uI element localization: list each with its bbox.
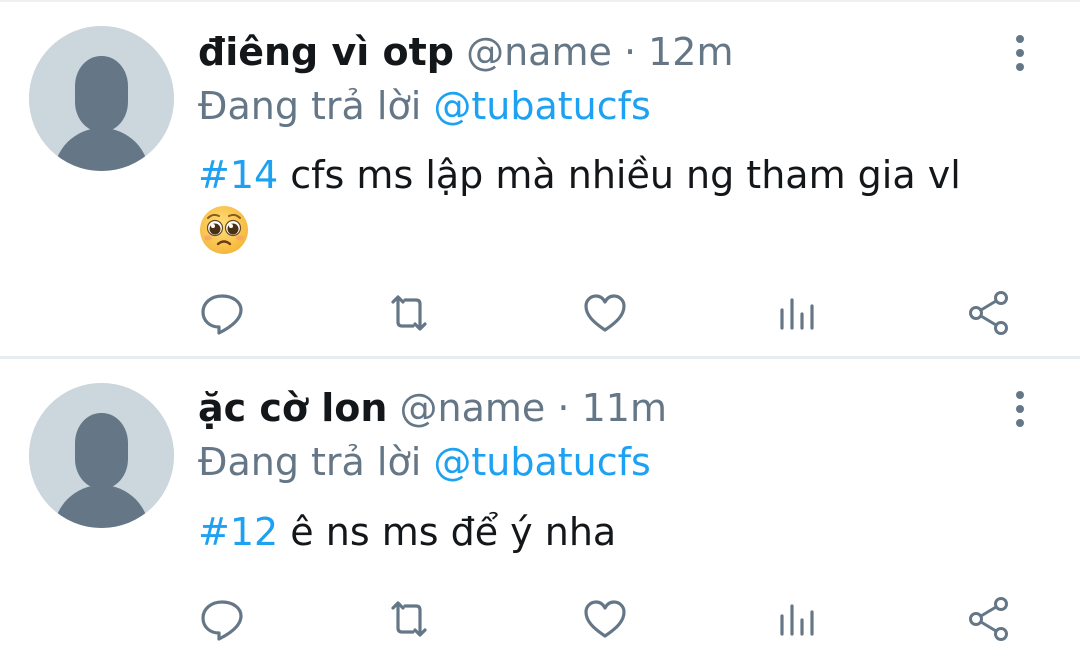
default-avatar-icon xyxy=(29,383,174,528)
tweet-body: ê ns ms để ý nha xyxy=(278,510,617,554)
stats-icon[interactable] xyxy=(772,594,822,644)
user-handle[interactable]: @name xyxy=(466,30,612,74)
tweet-actions xyxy=(0,288,1080,338)
timestamp[interactable]: 12m xyxy=(648,30,733,74)
tweet-divider xyxy=(0,356,1080,359)
replying-to-label: Đang trả lời xyxy=(198,440,422,484)
tweet-text: #14 cfs ms lập mà nhiều ng tham gia vl xyxy=(198,148,1028,258)
more-icon[interactable] xyxy=(1002,33,1038,73)
pleading-face-icon xyxy=(198,204,1028,258)
retweet-icon[interactable] xyxy=(384,594,434,644)
avatar[interactable] xyxy=(29,26,174,171)
hashtag-link[interactable]: #14 xyxy=(198,153,278,197)
stats-icon[interactable] xyxy=(772,288,822,338)
user-handle[interactable]: @name xyxy=(400,386,546,430)
tweet-feed: điêng vì otp @name · 12m Đang trả lời @t… xyxy=(0,0,1080,660)
tweet-header: ặc cờ lon @name · 11m xyxy=(198,384,667,432)
tweet-text: #12 ê ns ms để ý nha xyxy=(198,505,1028,559)
share-icon[interactable] xyxy=(965,288,1015,338)
tweet-actions xyxy=(0,594,1080,644)
like-icon[interactable] xyxy=(580,594,630,644)
replying-to: Đang trả lời @tubatucfs xyxy=(198,82,651,130)
like-icon[interactable] xyxy=(580,288,630,338)
share-icon[interactable] xyxy=(965,594,1015,644)
display-name[interactable]: ặc cờ lon xyxy=(198,386,387,430)
tweet-item[interactable]: điêng vì otp @name · 12m Đang trả lời @t… xyxy=(0,0,1080,357)
hashtag-link[interactable]: #12 xyxy=(198,510,278,554)
replying-to: Đang trả lời @tubatucfs xyxy=(198,438,651,486)
default-avatar-icon xyxy=(29,26,174,171)
tweet-item[interactable]: ặc cờ lon @name · 11m Đang trả lời @tuba… xyxy=(0,360,1080,660)
timestamp[interactable]: 11m xyxy=(582,386,667,430)
separator-dot: · xyxy=(557,386,570,430)
retweet-icon[interactable] xyxy=(384,288,434,338)
display-name[interactable]: điêng vì otp xyxy=(198,30,454,74)
reply-icon[interactable] xyxy=(197,288,247,338)
tweet-body: cfs ms lập mà nhiều ng tham gia vl xyxy=(278,153,961,197)
reply-mention-link[interactable]: @tubatucfs xyxy=(433,440,650,484)
more-icon[interactable] xyxy=(1002,389,1038,429)
avatar[interactable] xyxy=(29,383,174,528)
replying-to-label: Đang trả lời xyxy=(198,84,422,128)
reply-icon[interactable] xyxy=(197,594,247,644)
reply-mention-link[interactable]: @tubatucfs xyxy=(433,84,650,128)
tweet-header: điêng vì otp @name · 12m xyxy=(198,28,734,76)
separator-dot: · xyxy=(623,30,637,74)
